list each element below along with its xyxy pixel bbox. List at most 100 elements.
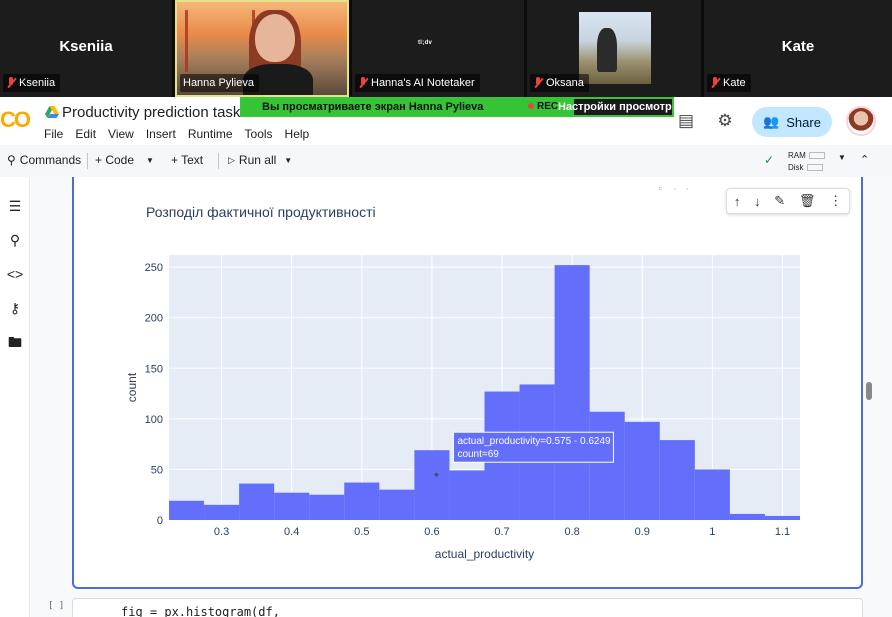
code-snippets-icon[interactable]: <> xyxy=(6,265,24,283)
screen-share-banner: Вы просматриваете экран Hanna Pylieva RE… xyxy=(240,97,674,117)
add-text-label: + Text xyxy=(171,153,204,167)
cell-run-bracket[interactable]: [ ] xyxy=(48,601,64,611)
commands-label: Commands xyxy=(19,153,82,167)
more-options-icon[interactable]: ⋮ xyxy=(829,193,842,209)
hover-line-count: count=69 xyxy=(457,449,499,460)
chevron-down-icon[interactable]: ▼ xyxy=(146,156,154,165)
add-text-button[interactable]: + Text xyxy=(171,153,203,167)
histogram-bar[interactable] xyxy=(694,469,730,520)
participant-tile-kate[interactable]: Kate Kate xyxy=(704,0,892,97)
menu-bar: File Edit View Insert Runtime Tools Help xyxy=(44,127,309,141)
menu-insert[interactable]: Insert xyxy=(146,127,176,141)
histogram-bar[interactable] xyxy=(589,411,625,520)
share-button[interactable]: 👥 Share xyxy=(752,107,832,137)
histogram-bar[interactable] xyxy=(239,483,275,520)
find-icon[interactable]: ⚲ xyxy=(6,231,24,249)
table-of-contents-icon[interactable]: ☰ xyxy=(6,197,24,215)
histogram-bar[interactable] xyxy=(414,450,450,520)
participant-label: Hanna Pylieva xyxy=(180,74,259,92)
run-all-label: Run all xyxy=(238,153,277,167)
mic-muted-icon xyxy=(710,77,720,89)
move-down-icon[interactable]: ↓ xyxy=(754,194,761,209)
disk-bar xyxy=(806,164,823,172)
comment-icon[interactable]: ▤ xyxy=(676,111,696,131)
commands-button[interactable]: ⚲ Commands xyxy=(7,153,81,167)
plot-modebar[interactable]: ⌕ ⋅ ⋅ xyxy=(658,183,693,194)
add-code-button[interactable]: + Code ▼ xyxy=(95,153,154,167)
histogram-bar[interactable] xyxy=(554,265,590,520)
histogram-bar[interactable] xyxy=(274,492,310,520)
y-tick-label: 100 xyxy=(145,414,163,426)
notebook-title[interactable]: Productivity prediction task xyxy=(62,104,240,121)
chevron-down-icon[interactable]: ▼ xyxy=(284,156,292,165)
view-settings-button[interactable]: Настройки просмотр xyxy=(558,101,672,113)
participant-tile-oksana[interactable]: Oksana xyxy=(527,0,701,97)
recording-indicator: REC xyxy=(528,101,558,112)
delete-icon[interactable]: 🗑 xyxy=(799,193,816,209)
left-sidebar: ☰ ⚲ <> ⚷ 🖿 xyxy=(0,177,30,617)
x-tick-label: 0.6 xyxy=(424,526,439,538)
histogram-bar[interactable] xyxy=(379,489,415,520)
histogram-bar[interactable] xyxy=(204,504,240,520)
x-tick-label: 0.8 xyxy=(564,526,579,538)
histogram-bar[interactable] xyxy=(309,494,345,520)
notetaker-logo: tl;dv xyxy=(418,40,433,46)
participant-label: Oksana xyxy=(530,74,589,92)
chevron-down-icon[interactable]: ▼ xyxy=(838,153,846,162)
menu-help[interactable]: Help xyxy=(285,127,310,141)
participant-name-large: Kate xyxy=(781,38,815,55)
play-icon: ▷ xyxy=(228,154,235,165)
histogram-bar[interactable] xyxy=(344,482,380,520)
histogram-bar[interactable] xyxy=(729,513,765,520)
menu-file[interactable]: File xyxy=(44,127,63,141)
x-tick-label: 0.4 xyxy=(284,526,299,538)
menu-view[interactable]: View xyxy=(108,127,134,141)
scrollbar-thumb[interactable] xyxy=(866,382,872,400)
x-axis-ticks: 0.3 0.4 0.5 0.6 0.7 0.8 0.9 1 1.1 xyxy=(214,526,790,538)
y-tick-label: 150 xyxy=(145,363,163,375)
histogram-bar[interactable] xyxy=(764,515,800,520)
chart-title: Розподіл фактичної продуктивності xyxy=(146,204,376,220)
record-dot-icon xyxy=(528,103,534,109)
histogram-bar[interactable] xyxy=(449,470,485,520)
collapse-up-icon[interactable]: ⌃ xyxy=(860,153,869,166)
histogram-bar[interactable] xyxy=(169,500,205,520)
participant-tile-notetaker[interactable]: tl;dv Hanna's AI Notetaker xyxy=(352,0,524,97)
menu-runtime[interactable]: Runtime xyxy=(188,127,233,141)
participant-tile-hanna[interactable]: Hanna Pylieva xyxy=(175,0,349,97)
participant-label: Hanna's AI Notetaker xyxy=(355,74,480,92)
code-text[interactable]: fig = px.histogram(df, xyxy=(121,605,280,617)
participant-avatar-photo xyxy=(579,12,651,84)
edit-pencil-icon[interactable]: ✎ xyxy=(774,193,785,209)
folder-icon[interactable]: 🖿 xyxy=(6,333,24,351)
x-tick-label: 0.9 xyxy=(635,526,650,538)
move-up-icon[interactable]: ↑ xyxy=(734,194,741,209)
x-axis-label: actual_productivity xyxy=(435,547,534,561)
run-all-button[interactable]: ▷ Run all ▼ xyxy=(228,153,292,167)
mic-muted-icon xyxy=(6,77,16,89)
colab-logo[interactable]: CO xyxy=(0,107,34,132)
histogram-bar[interactable] xyxy=(659,440,695,520)
divider xyxy=(87,153,88,169)
histogram-bar[interactable] xyxy=(624,421,660,520)
key-icon[interactable]: ⚷ xyxy=(6,299,24,317)
menu-tools[interactable]: Tools xyxy=(245,127,273,141)
account-avatar[interactable] xyxy=(846,106,876,136)
participant-tile-kseniia[interactable]: Kseniia Kseniia xyxy=(0,0,172,97)
rec-label: REC xyxy=(537,101,559,112)
participant-label-text: Hanna Pylieva xyxy=(183,77,254,89)
histogram-chart[interactable]: Розподіл фактичної продуктивності 0 50 100… xyxy=(74,177,860,585)
ram-label: RAM xyxy=(788,151,806,160)
disk-label: Disk xyxy=(788,163,804,172)
resource-monitor[interactable]: RAM Disk xyxy=(788,150,825,174)
x-tick-label: 1 xyxy=(709,526,715,538)
gear-icon[interactable]: ⚙ xyxy=(715,111,735,131)
menu-edit[interactable]: Edit xyxy=(75,127,96,141)
x-tick-label: 0.5 xyxy=(354,526,369,538)
search-icon: ⚲ xyxy=(7,153,16,167)
participant-label-text: Oksana xyxy=(546,77,584,89)
meeting-strip: Kseniia Kseniia Hanna Pylieva tl;dv Hann… xyxy=(0,0,892,97)
ram-bar xyxy=(808,152,825,160)
drive-icon[interactable] xyxy=(45,106,59,118)
code-cell[interactable]: fig = px.histogram(df, xyxy=(72,598,863,617)
